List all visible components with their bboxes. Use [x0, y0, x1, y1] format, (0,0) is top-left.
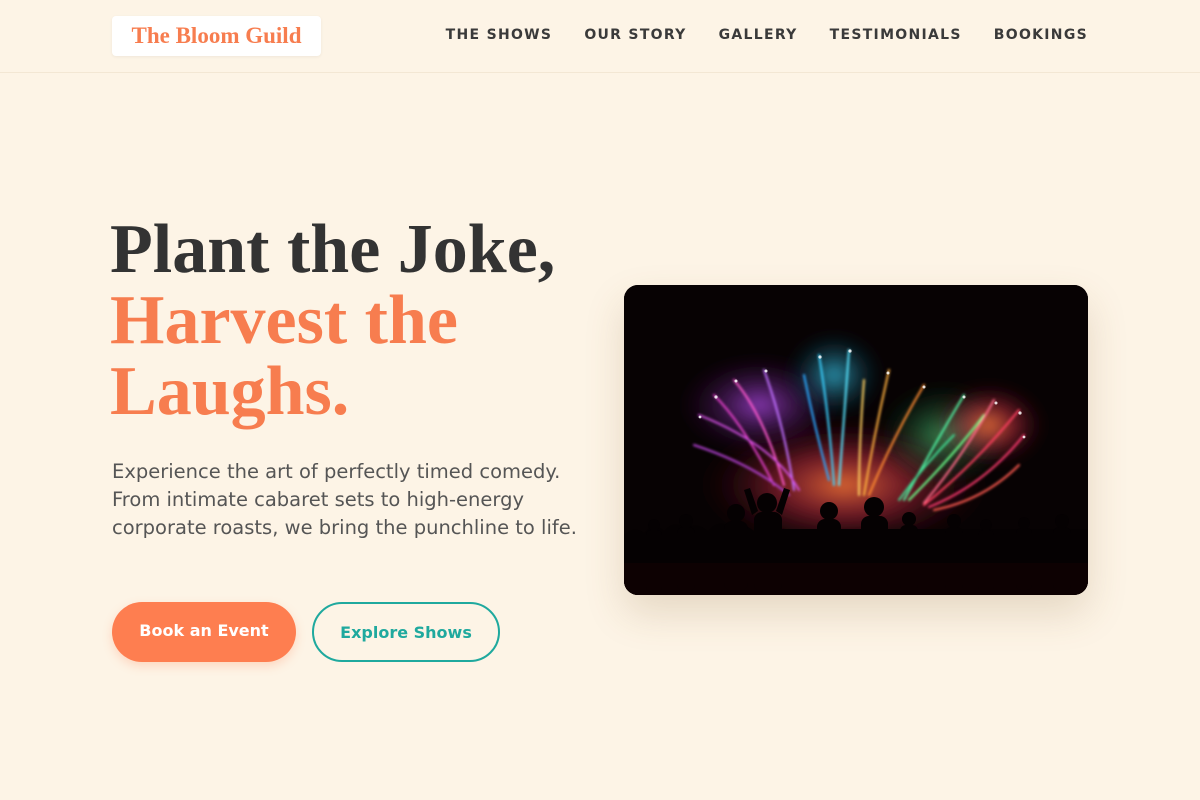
- nav-link-bookings[interactable]: BOOKINGS: [994, 27, 1088, 43]
- brand-name: The Bloom Guild: [131, 23, 302, 48]
- explore-shows-button[interactable]: Explore Shows: [312, 602, 500, 662]
- book-event-button[interactable]: Book an Event: [112, 602, 296, 662]
- hero-image-fireworks: [624, 285, 1088, 595]
- main-nav: THE SHOWS OUR STORY GALLERY TESTIMONIALS…: [446, 0, 1088, 70]
- fireworks-crowd-photo: [624, 285, 1088, 595]
- hero-title-line-3: Laughs.: [110, 353, 350, 430]
- hero-title-line-1: Plant the Joke,: [110, 211, 556, 288]
- brand-logo[interactable]: The Bloom Guild: [112, 16, 321, 56]
- nav-link-testimonials[interactable]: TESTIMONIALS: [830, 27, 962, 43]
- hero-title: Plant the Joke, Harvest the Laughs.: [110, 214, 630, 427]
- hero-title-line-2: Harvest the: [110, 282, 458, 359]
- nav-link-gallery[interactable]: GALLERY: [719, 27, 798, 43]
- landing-page: The Bloom Guild THE SHOWS OUR STORY GALL…: [0, 0, 1200, 800]
- hero-subtitle: Experience the art of perfectly timed co…: [112, 460, 577, 539]
- site-header: The Bloom Guild THE SHOWS OUR STORY GALL…: [0, 0, 1200, 73]
- nav-link-our-story[interactable]: OUR STORY: [584, 27, 686, 43]
- nav-link-the-shows[interactable]: THE SHOWS: [446, 27, 553, 43]
